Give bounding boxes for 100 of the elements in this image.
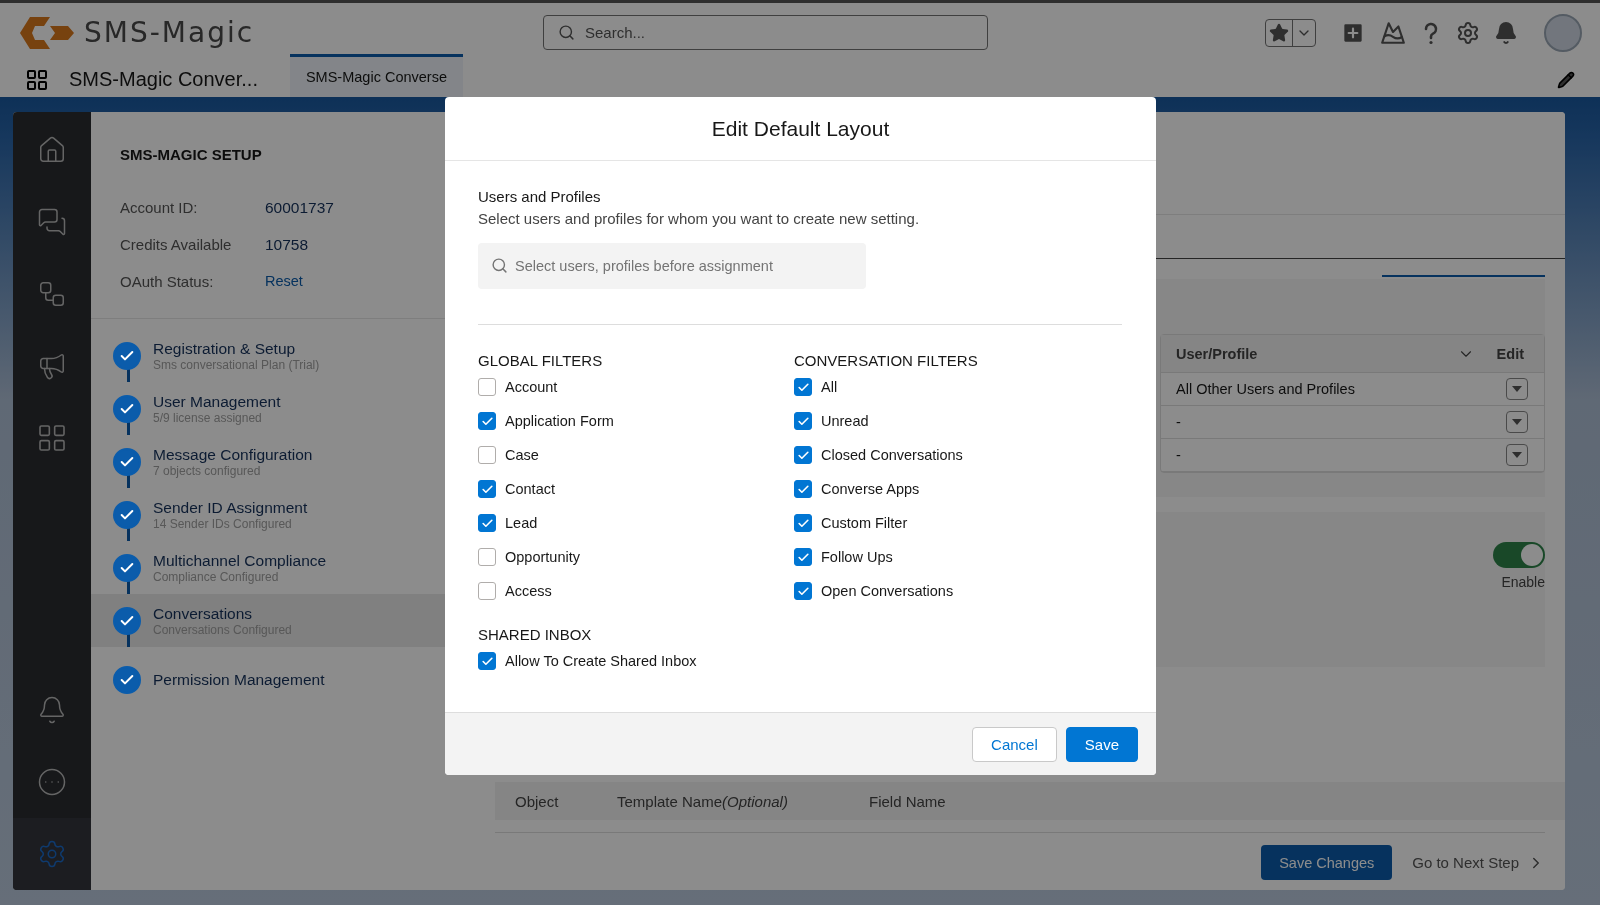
checkbox-label: Contact	[505, 481, 555, 497]
checkbox[interactable]	[794, 446, 812, 464]
cancel-button[interactable]: Cancel	[972, 726, 1057, 762]
users-search-field[interactable]: Select users, profiles before assignment	[478, 243, 866, 289]
checkbox[interactable]	[478, 446, 496, 464]
checkbox-label: Unread	[821, 413, 869, 429]
step-title: User Management	[153, 392, 281, 411]
star-icon	[1269, 22, 1289, 43]
checkbox[interactable]	[794, 378, 812, 396]
group-title: CONVERSATION FILTERS	[794, 352, 979, 370]
checkbox[interactable]	[478, 378, 496, 396]
checkmark-icon	[796, 550, 810, 564]
checkbox[interactable]	[478, 652, 496, 670]
checkmark-icon	[796, 414, 810, 428]
logo-text: SMS-Magic	[84, 16, 255, 49]
table-cell-text: -	[1176, 414, 1182, 430]
logo-icon	[18, 14, 76, 51]
setup-title: SMS-MAGIC SETUP	[119, 145, 263, 163]
row-menu-button[interactable]	[1506, 444, 1528, 466]
modal-title: Edit Default Layout	[711, 116, 890, 141]
toggle-label: Enable	[1501, 574, 1545, 590]
caret-icon	[1512, 419, 1522, 425]
checkbox[interactable]	[478, 514, 496, 532]
info-label: OAuth Status:	[120, 273, 215, 290]
search-placeholder: Search...	[585, 24, 646, 41]
checkbox[interactable]	[478, 412, 496, 430]
reset-link[interactable]: Reset	[265, 273, 303, 290]
checkmark-icon	[796, 448, 810, 462]
search-icon	[558, 24, 575, 41]
step-title: Message Configuration	[153, 445, 313, 464]
checkbox[interactable]	[794, 480, 812, 498]
info-value: 10758	[265, 236, 309, 254]
row-menu-button[interactable]	[1506, 411, 1528, 433]
checkbox-label: Allow To Create Shared Inbox	[505, 653, 697, 669]
checkbox[interactable]	[794, 582, 812, 600]
checkbox-label: Converse Apps	[821, 481, 920, 497]
step-title: Multichannel Compliance	[153, 551, 327, 570]
settings-icon[interactable]	[1456, 20, 1480, 45]
table-cell-text: All Other Users and Profiles	[1176, 381, 1356, 397]
checkbox[interactable]	[478, 548, 496, 566]
checkbox-label: Follow Ups	[821, 549, 893, 565]
checkbox-label: Access	[505, 583, 552, 599]
save-changes-button[interactable]: Save Changes	[1261, 845, 1393, 880]
checkbox-label: Application Form	[505, 413, 614, 429]
step-title: Sender ID Assignment	[153, 498, 308, 517]
search-field[interactable]: Search...	[543, 15, 988, 50]
info-value: 60001737	[265, 199, 334, 217]
checkbox-label: Custom Filter	[821, 515, 908, 531]
mountain-icon[interactable]	[1380, 19, 1406, 46]
checkbox-label: Open Conversations	[821, 583, 954, 599]
checkbox-label: All	[821, 379, 838, 395]
favorites-button[interactable]	[1265, 18, 1316, 47]
workflow-icon	[37, 279, 67, 309]
step-title: Registration & Setup	[153, 339, 297, 358]
checkbox-label: Account	[505, 379, 558, 395]
checkmark-icon	[796, 482, 810, 496]
column-header: Field Name	[869, 792, 947, 810]
section-description: Select users and profiles for whom you want to create new setting.	[478, 210, 921, 227]
checkbox[interactable]	[794, 548, 812, 566]
checkbox-label: Closed Conversations	[821, 447, 963, 463]
bell-icon	[37, 695, 67, 725]
step-title: Permission Management	[153, 671, 325, 689]
enable-toggle[interactable]	[1493, 542, 1545, 568]
settings-icon	[37, 839, 67, 869]
info-label: Account ID:	[120, 199, 199, 217]
step-title: Conversations	[153, 604, 254, 623]
section-title: Users and Profiles	[478, 188, 602, 205]
checkmark-icon	[796, 516, 810, 530]
group-title: SHARED INBOX	[478, 626, 593, 644]
table-cell-text: -	[1176, 447, 1182, 463]
checkmark-icon	[480, 516, 494, 530]
home-icon	[37, 135, 67, 165]
checkbox-label: Opportunity	[505, 549, 580, 565]
checkbox-label: Case	[505, 447, 539, 463]
app-launcher-icon[interactable]	[25, 67, 49, 92]
checkmark-icon	[796, 584, 810, 598]
checkbox[interactable]	[478, 480, 496, 498]
chat-icon	[37, 207, 67, 237]
next-step-link[interactable]: Go to Next Step	[1412, 853, 1545, 872]
info-label: Credits Available	[120, 236, 233, 254]
checkbox[interactable]	[478, 582, 496, 600]
checkmark-icon	[796, 380, 810, 394]
row-menu-button[interactable]	[1506, 378, 1528, 400]
edit-icon[interactable]	[1557, 70, 1575, 89]
app-name: SMS-Magic Conver...	[69, 68, 258, 91]
checkmark-icon	[480, 414, 494, 428]
more-icon	[37, 767, 67, 797]
caret-icon	[1512, 386, 1522, 392]
column-header: Template Name(Optional)	[617, 792, 789, 810]
checkmark-icon	[480, 654, 494, 668]
notifications-icon[interactable]	[1494, 20, 1518, 45]
save-button[interactable]: Save	[1065, 726, 1138, 762]
column-header: User/Profile	[1176, 345, 1258, 362]
checkbox-label: Lead	[505, 515, 538, 531]
checkbox[interactable]	[794, 412, 812, 430]
checkmark-icon	[480, 482, 494, 496]
caret-icon	[1512, 452, 1522, 458]
checkbox[interactable]	[794, 514, 812, 532]
nav-tab[interactable]: SMS-Magic Converse	[289, 54, 463, 97]
column-header: Object	[515, 792, 560, 810]
